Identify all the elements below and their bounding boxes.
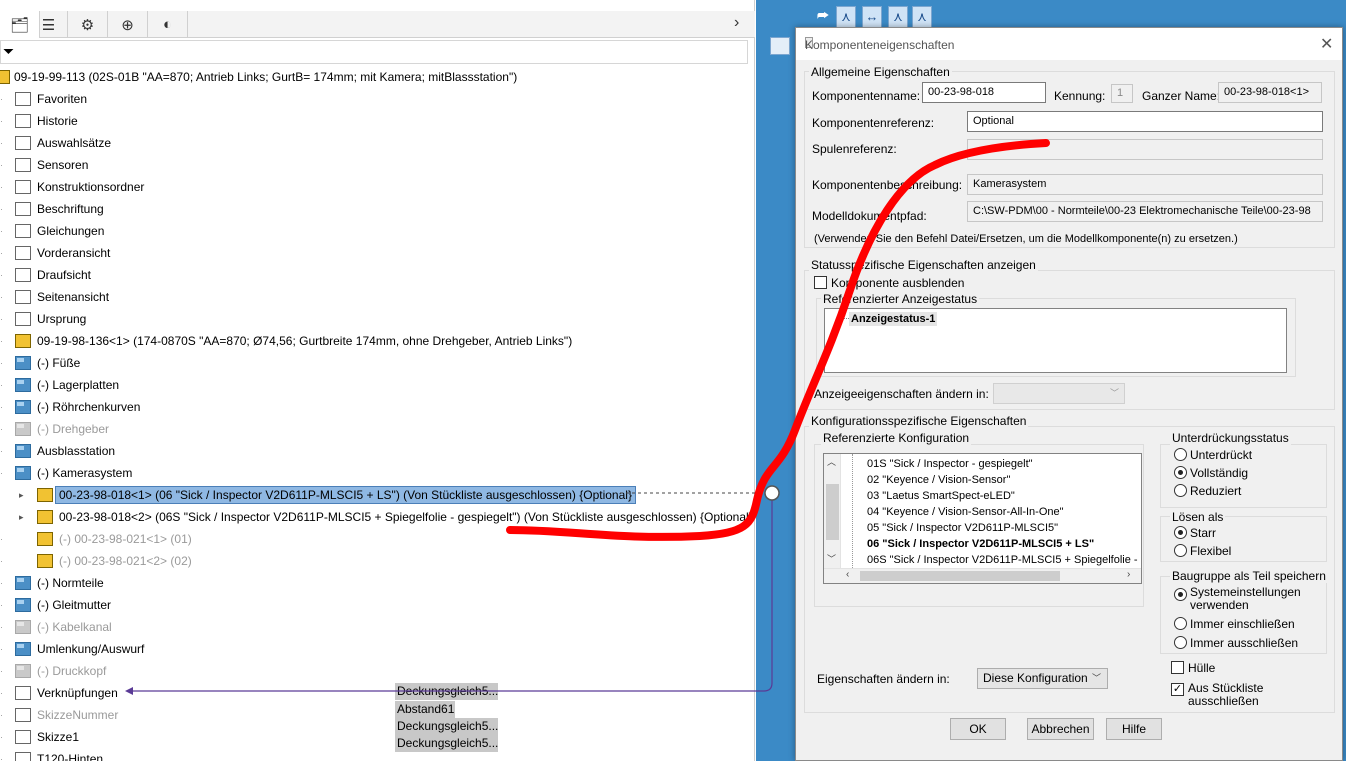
red-annotation-stroke (506, 139, 1050, 541)
mate-connector-line (128, 494, 773, 692)
annotation-overlay (125, 139, 1050, 695)
arrow-head-icon (125, 687, 133, 695)
connector-handle[interactable] (764, 485, 780, 501)
